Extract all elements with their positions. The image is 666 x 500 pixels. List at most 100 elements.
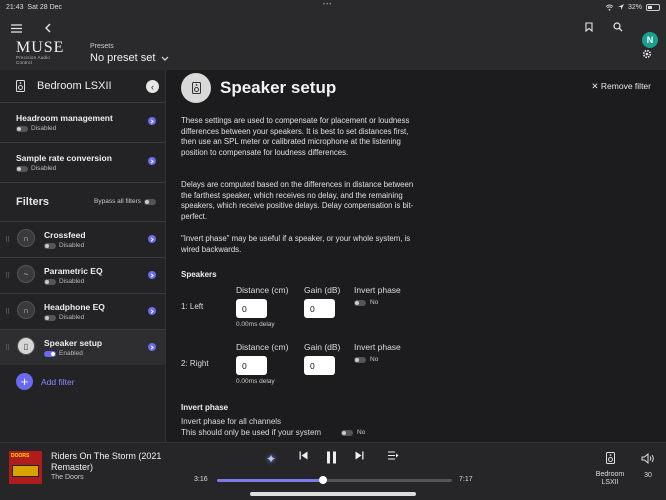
bypass-label: Bypass all filters xyxy=(94,198,141,205)
bypass-toggle[interactable] xyxy=(144,198,156,205)
chevron-right-icon xyxy=(148,307,156,315)
top-bar: MUSE Precision Audio Control Presets No … xyxy=(0,14,666,70)
seek-bar[interactable] xyxy=(217,476,452,484)
elapsed-time: 3:16 xyxy=(194,476,208,483)
presets-value: No preset set xyxy=(90,52,156,64)
next-button[interactable] xyxy=(355,451,364,460)
distance-input-right[interactable]: 0 xyxy=(236,356,267,375)
sidebar-item-label: Sample rate conversion xyxy=(16,153,112,163)
drag-handle-icon[interactable]: ⠿ xyxy=(5,236,10,244)
collapse-sidebar-icon[interactable]: ‹ xyxy=(146,80,159,93)
presets-selector[interactable]: Presets No preset set xyxy=(90,43,169,64)
bookmark-icon[interactable] xyxy=(583,20,595,34)
total-time: 7:17 xyxy=(459,476,473,483)
headphone-eq-toggle[interactable] xyxy=(44,314,56,321)
speakers-heading: Speakers xyxy=(181,270,217,279)
invert-value-right: No xyxy=(370,356,379,363)
home-indicator[interactable] xyxy=(250,492,416,496)
drag-handle-icon[interactable]: ⠿ xyxy=(5,344,10,352)
volume-value: 30 xyxy=(644,472,652,479)
description-delays: Delays are computed based on the differe… xyxy=(181,180,414,221)
speaker-setup-toggle[interactable] xyxy=(44,350,56,357)
speaker-icon xyxy=(16,80,25,92)
headphones-icon: ∩ xyxy=(17,229,35,247)
filters-header: Filters Bypass all filters xyxy=(0,183,165,221)
next-icon xyxy=(355,451,364,460)
album-art[interactable]: DOORS xyxy=(9,451,42,484)
add-filter-button[interactable]: + Add filter xyxy=(16,373,75,390)
chevron-right-icon xyxy=(148,235,156,243)
previous-icon xyxy=(299,451,308,460)
previous-button[interactable] xyxy=(299,451,308,460)
filter-label: Speaker setup xyxy=(44,338,103,348)
gain-input-right[interactable]: 0 xyxy=(304,356,335,375)
invert-phase-heading: Invert phase xyxy=(181,403,229,412)
muse-logo: MUSE Precision Audio Control xyxy=(16,39,65,66)
track-artist[interactable]: The Doors xyxy=(51,474,84,481)
menu-icon[interactable] xyxy=(9,21,23,35)
delay-right: 0.00ms delay xyxy=(236,378,275,385)
search-icon[interactable] xyxy=(612,20,624,34)
volume-control[interactable]: 30 xyxy=(638,451,658,479)
back-icon[interactable] xyxy=(40,21,54,35)
filter-status: Enabled xyxy=(59,350,83,357)
speaker-label-left: 1: Left xyxy=(181,302,204,311)
multitask-dots[interactable]: ••• xyxy=(323,2,332,8)
chevron-right-icon xyxy=(148,343,156,351)
drag-handle-icon[interactable]: ⠿ xyxy=(5,308,10,316)
battery-percent: 32% xyxy=(627,3,642,11)
device-name: Bedroom LSXII xyxy=(37,80,112,92)
speaker-icon xyxy=(605,452,615,464)
invert-toggle-right[interactable] xyxy=(354,356,366,363)
track-title[interactable]: Riders On The Storm (2021 Remaster) xyxy=(51,451,181,473)
avatar[interactable]: N xyxy=(642,32,658,48)
distance-header: Distance (cm) xyxy=(236,285,289,295)
gain-input-left[interactable]: 0 xyxy=(304,299,335,318)
plus-icon: + xyxy=(16,373,33,390)
filter-item-crossfeed[interactable]: ⠿ ∩ Crossfeed Disabled xyxy=(0,221,165,257)
description-placement: These settings are used to compensate fo… xyxy=(181,116,410,157)
zone-name: Bedroom LSXII xyxy=(595,471,625,486)
delay-left: 0.00ms delay xyxy=(236,321,275,328)
sparkle-icon[interactable]: ✦ xyxy=(266,452,276,466)
wifi-icon xyxy=(605,3,614,11)
parametric-eq-toggle[interactable] xyxy=(44,278,56,285)
eq-curve-icon: ~ xyxy=(17,265,35,283)
pause-button[interactable] xyxy=(326,451,337,464)
status-time: 21:43 xyxy=(6,3,24,11)
invert-toggle-left[interactable] xyxy=(354,299,366,306)
remove-filter-button[interactable]: ✕ Remove filter xyxy=(591,81,651,92)
speaker-icon xyxy=(181,73,211,103)
headphone-eq-icon: ∩ xyxy=(17,301,35,319)
invert-all-toggle[interactable] xyxy=(341,429,353,436)
sidebar-item-sample-rate[interactable]: Sample rate conversion Disabled xyxy=(0,143,165,183)
sample-rate-toggle[interactable] xyxy=(16,165,28,172)
device-header: Bedroom LSXII ‹ xyxy=(0,70,165,103)
filter-item-speaker-setup[interactable]: ⠿ ▯ Speaker setup Enabled xyxy=(0,329,165,365)
page-title: Speaker setup xyxy=(220,78,337,97)
invert-header: Invert phase xyxy=(354,342,401,352)
queue-button[interactable] xyxy=(388,451,399,460)
filter-item-parametric-eq[interactable]: ⠿ ~ Parametric EQ Disabled xyxy=(0,257,165,293)
distance-input-left[interactable]: 0 xyxy=(236,299,267,318)
sidebar-item-headroom[interactable]: Headroom management Disabled xyxy=(0,103,165,143)
invert-all-note: This should only be used if your system xyxy=(181,428,322,437)
close-icon: ✕ xyxy=(591,81,599,91)
speaker-label-right: 2: Right xyxy=(181,359,209,368)
chevron-right-icon xyxy=(148,271,156,279)
filter-status: Disabled xyxy=(59,314,85,321)
gain-header: Gain (dB) xyxy=(304,285,341,295)
zone-selector[interactable]: Bedroom LSXII xyxy=(590,451,630,487)
headroom-toggle[interactable] xyxy=(16,125,28,132)
drag-handle-icon[interactable]: ⠿ xyxy=(5,272,10,280)
speaker-icon: ▯ xyxy=(17,337,35,355)
add-filter-label: Add filter xyxy=(41,376,75,387)
crossfeed-toggle[interactable] xyxy=(44,242,56,249)
filter-item-headphone-eq[interactable]: ⠿ ∩ Headphone EQ Disabled xyxy=(0,293,165,329)
volume-icon xyxy=(641,452,654,465)
gear-icon[interactable] xyxy=(641,48,653,60)
sidebar-item-status: Disabled xyxy=(31,165,57,172)
status-date: Sat 28 Dec xyxy=(27,3,63,11)
location-icon xyxy=(617,4,624,10)
seek-handle[interactable] xyxy=(318,476,327,484)
